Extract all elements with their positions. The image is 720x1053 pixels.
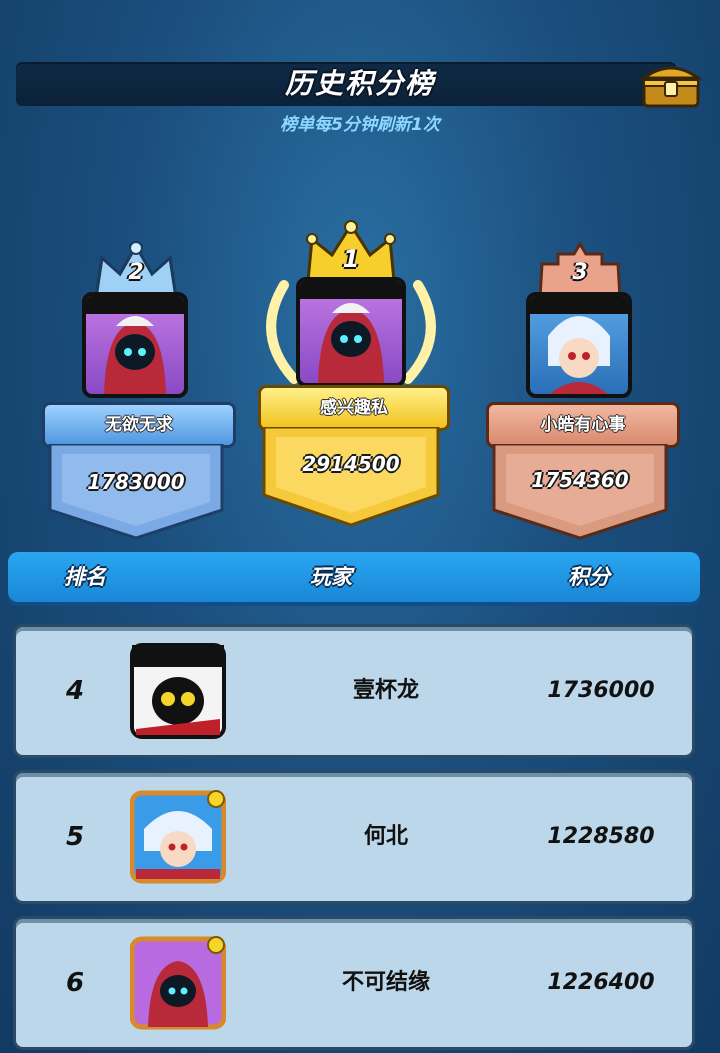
row-player-name: 不可结缘 xyxy=(341,970,430,995)
table-row[interactable]: 5 何北 1228580 xyxy=(13,770,695,904)
page-title: 历史积分榜 xyxy=(284,67,435,100)
row-score: 1736000 xyxy=(547,678,655,703)
column-rank: 排名 xyxy=(64,565,106,589)
table-row[interactable]: 4 壹杯龙 1736000 xyxy=(13,624,695,758)
rank-label: 2 xyxy=(128,260,144,285)
column-player: 玩家 xyxy=(310,565,352,589)
avatar xyxy=(296,277,406,387)
column-score: 积分 xyxy=(568,565,610,589)
row-rank: 6 xyxy=(66,968,85,998)
avatar xyxy=(130,643,226,739)
row-score: 1228580 xyxy=(547,824,655,849)
treasure-chest-icon[interactable] xyxy=(639,58,703,110)
table-header: 排名 玩家 积分 xyxy=(8,552,700,602)
table-row[interactable]: 6 不可结缘 1226400 xyxy=(13,916,695,1050)
podium-base xyxy=(492,444,668,540)
row-rank: 5 xyxy=(66,822,85,852)
refresh-note: 榜单每5分钟刷新1次 xyxy=(280,115,440,135)
player-name: 小皓有心事 xyxy=(486,402,680,448)
avatar xyxy=(129,789,227,885)
player-score: 1783000 xyxy=(87,470,185,494)
podium-base xyxy=(262,427,440,527)
podium-second[interactable]: 2 无欲无求 1783000 xyxy=(42,230,236,540)
row-score: 1226400 xyxy=(547,970,655,995)
rank-label: 1 xyxy=(342,245,360,273)
rank-label: 3 xyxy=(572,260,588,285)
podium-first[interactable]: 1 感兴趣私 2914500 xyxy=(254,215,450,527)
player-name: 无欲无求 xyxy=(42,402,236,448)
podium-third[interactable]: 3 小皓有心事 1754360 xyxy=(486,230,680,540)
player-score: 2914500 xyxy=(302,452,400,476)
avatar xyxy=(129,935,227,1031)
row-player-name: 壹杯龙 xyxy=(352,678,419,703)
avatar xyxy=(526,292,632,398)
player-name: 感兴趣私 xyxy=(258,385,450,431)
avatar xyxy=(82,292,188,398)
row-rank: 4 xyxy=(66,676,85,706)
player-score: 1754360 xyxy=(531,468,629,492)
row-player-name: 何北 xyxy=(363,824,408,849)
